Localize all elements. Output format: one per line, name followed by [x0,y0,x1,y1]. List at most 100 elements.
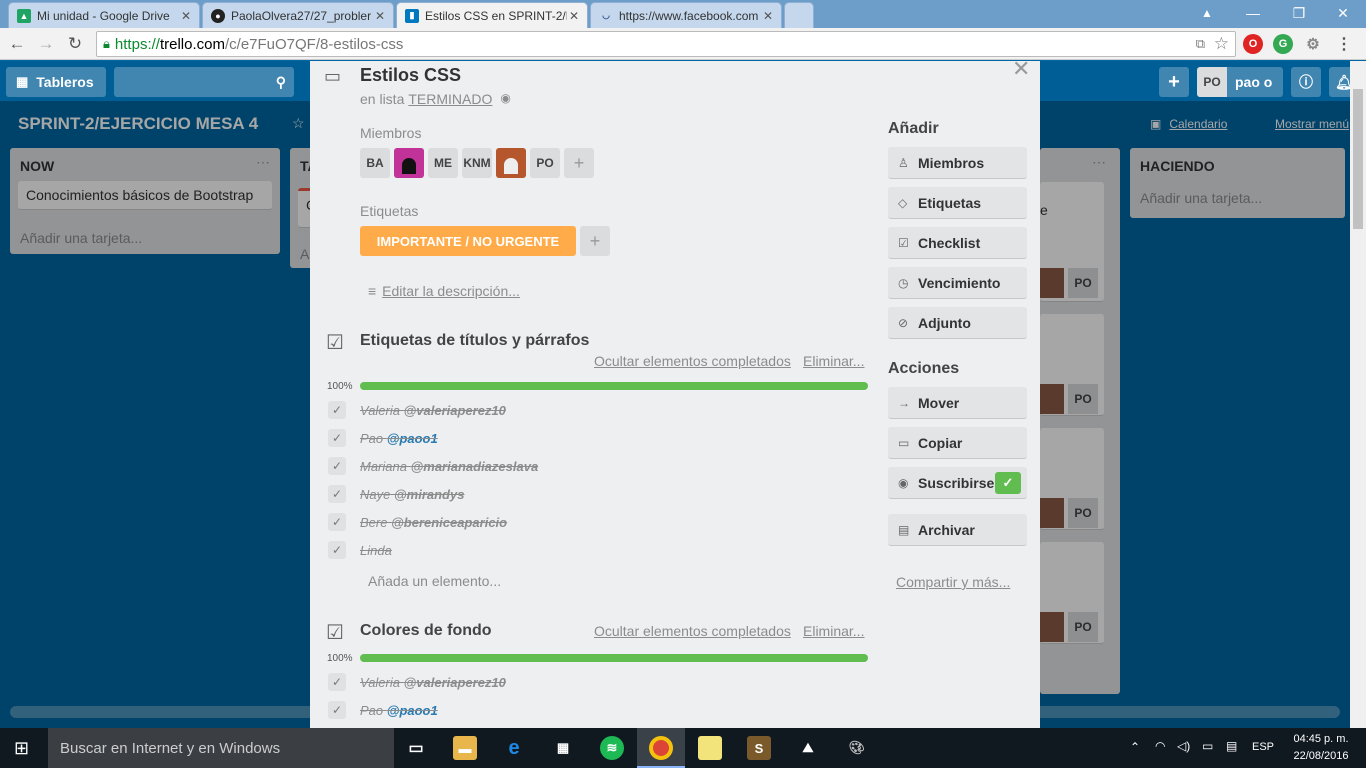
paint-icon[interactable]: 🎨︎ [845,736,869,760]
new-tab-button[interactable] [784,2,814,28]
translate-icon[interactable]: ⧉ [1196,36,1205,52]
card-title[interactable]: Estilos CSS [360,65,461,86]
checklist-item[interactable]: ✓ Valeria @valeriaperez10 [328,672,506,692]
file-explorer-icon[interactable]: ▬ [453,736,477,760]
member-avatar[interactable] [394,148,424,178]
store-icon[interactable]: ▦ [551,736,575,760]
chrome-icon[interactable] [649,736,673,760]
volume-icon[interactable]: ◁) [1177,739,1190,753]
item-text: Linda [360,542,392,558]
checklist-item[interactable]: ✓ Valeria @valeriaperez10 [328,400,506,420]
delete-checklist-link[interactable]: Eliminar... [803,353,864,369]
address-bar[interactable]: 🔒︎ https:// trello.com /c/e7FuO7QF/8-est… [96,31,1236,57]
item-mention-link[interactable]: @paoo1 [387,703,438,718]
copy-button[interactable]: ▭ Copiar [888,427,1027,459]
checkbox-checked-icon[interactable]: ✓ [328,541,346,559]
scrollbar-thumb[interactable] [1353,89,1363,229]
checklist-progress-bar [360,382,868,390]
maximize-icon[interactable]: ❐ [1276,0,1322,26]
checklist-item[interactable]: ✓ Mariana @marianadiazeslava [328,456,538,476]
taskbar-clock[interactable]: 04:45 p. m. 22/08/2016 [1284,731,1358,765]
delete-checklist-link[interactable]: Eliminar... [803,623,864,639]
checklist-item[interactable]: ✓ Naye @mirandys [328,484,464,504]
member-avatar[interactable]: BA [360,148,390,178]
wifi-icon[interactable]: ◠ [1155,739,1165,753]
checklist-item[interactable]: ✓ Pao @paoo1 [328,700,438,720]
edge-icon[interactable]: e [502,736,526,760]
add-member-icon[interactable]: + [564,148,594,178]
spotify-icon[interactable]: ≋ [600,736,624,760]
checklist-item[interactable]: ✓ Linda [328,540,392,560]
browser-tab-facebook[interactable]: ◡ https://www.facebook.com ✕ [590,2,782,28]
member-avatar[interactable]: KNM [462,148,492,178]
item-text: Naye [360,486,391,502]
search-input[interactable]: ⚲ [114,67,294,97]
page-scrollbar[interactable] [1350,61,1366,728]
task-view-icon[interactable]: ▭ [404,736,428,760]
show-hidden-icons-icon[interactable]: ⌃ [1130,740,1140,754]
card-label[interactable]: IMPORTANTE / NO URGENTE [360,226,576,256]
checklist-button[interactable]: ☑ Checklist [888,227,1027,259]
checklist-item[interactable]: ✓ Pao @paoo1 [328,428,438,448]
members-button[interactable]: ♙ Miembros [888,147,1027,179]
action-center-icon[interactable]: ▤ [1226,739,1237,753]
windows-start-icon[interactable]: ⊞ [14,738,29,759]
taskbar-search-input[interactable]: Buscar en Internet y en Windows [48,728,394,768]
bookmark-star-icon[interactable]: ☆ [1214,34,1229,54]
attachment-button[interactable]: ⊘ Adjunto [888,307,1027,339]
checklist-item[interactable]: ✓ Bere @bereniceaparicio [328,512,507,532]
close-tab-icon[interactable]: ✕ [761,9,775,23]
list-name-link[interactable]: TERMINADO [408,91,492,107]
boards-button[interactable]: ▦ Tableros [6,67,106,97]
checkbox-checked-icon[interactable]: ✓ [328,485,346,503]
photos-icon[interactable]: ⛰ [796,736,820,760]
member-avatar[interactable] [496,148,526,178]
checklist-title[interactable]: Etiquetas de títulos y párrafos [360,332,589,350]
close-tab-icon[interactable]: ✕ [179,9,193,23]
opera-extension-icon[interactable]: O [1243,34,1263,54]
browser-tab-google-drive[interactable]: ▲ Mi unidad - Google Drive ✕ [8,2,200,28]
checkbox-checked-icon[interactable]: ✓ [328,673,346,691]
sticky-notes-icon[interactable] [698,736,722,760]
info-icon[interactable]: ⓘ [1291,67,1321,97]
share-link[interactable]: Compartir y más... [896,574,1010,590]
edit-description-link[interactable]: ≡ Editar la descripción... [368,283,520,299]
move-button[interactable]: → Mover [888,387,1027,419]
add-label-icon[interactable]: + [580,226,610,256]
grammarly-extension-icon[interactable]: G [1273,34,1293,54]
sublime-text-icon[interactable]: S [747,736,771,760]
checkbox-checked-icon[interactable]: ✓ [328,401,346,419]
item-mention-link[interactable]: @paoo1 [387,431,438,446]
archive-button[interactable]: ▤ Archivar [888,514,1027,546]
browser-tab-trello[interactable]: ▮ Estilos CSS en SPRINT-2/E ✕ [396,2,588,28]
forward-icon[interactable]: → [35,33,57,55]
back-icon[interactable]: ← [6,33,28,55]
checklist-title[interactable]: Colores de fondo [360,622,492,640]
close-modal-icon[interactable]: ✕ [1012,56,1030,82]
checkbox-checked-icon[interactable]: ✓ [328,513,346,531]
close-window-icon[interactable]: ✕ [1320,0,1366,26]
browser-tab-github[interactable]: ● PaolaOlvera27/27_probler ✕ [202,2,394,28]
checkbox-checked-icon[interactable]: ✓ [328,457,346,475]
battery-icon[interactable]: ▭ [1202,739,1213,753]
user-menu-button[interactable]: PO pao o [1197,67,1283,97]
hide-completed-link[interactable]: Ocultar elementos completados [594,623,791,639]
add-icon[interactable]: + [1159,67,1189,97]
settings-extension-icon[interactable]: ⚙ [1303,34,1323,54]
checkbox-checked-icon[interactable]: ✓ [328,701,346,719]
checkbox-checked-icon[interactable]: ✓ [328,429,346,447]
due-date-button[interactable]: ◷ Vencimiento [888,267,1027,299]
close-tab-icon[interactable]: ✕ [373,9,387,23]
minimize-icon[interactable]: — [1230,0,1276,26]
member-avatar[interactable]: ME [428,148,458,178]
hide-completed-link[interactable]: Ocultar elementos completados [594,353,791,369]
chrome-menu-icon[interactable]: ⋮ [1334,34,1354,54]
close-tab-icon[interactable]: ✕ [567,9,581,23]
labels-button[interactable]: ◇ Etiquetas [888,187,1027,219]
user-profile-icon[interactable]: ▲ [1184,0,1230,26]
reload-icon[interactable]: ↻ [64,33,86,55]
member-avatar[interactable]: PO [530,148,560,178]
add-item-input[interactable]: Añada un elemento... [368,573,501,589]
language-indicator[interactable]: ESP [1252,741,1274,753]
subscribe-button[interactable]: ◉ Suscribirse ✓ [888,467,1027,499]
